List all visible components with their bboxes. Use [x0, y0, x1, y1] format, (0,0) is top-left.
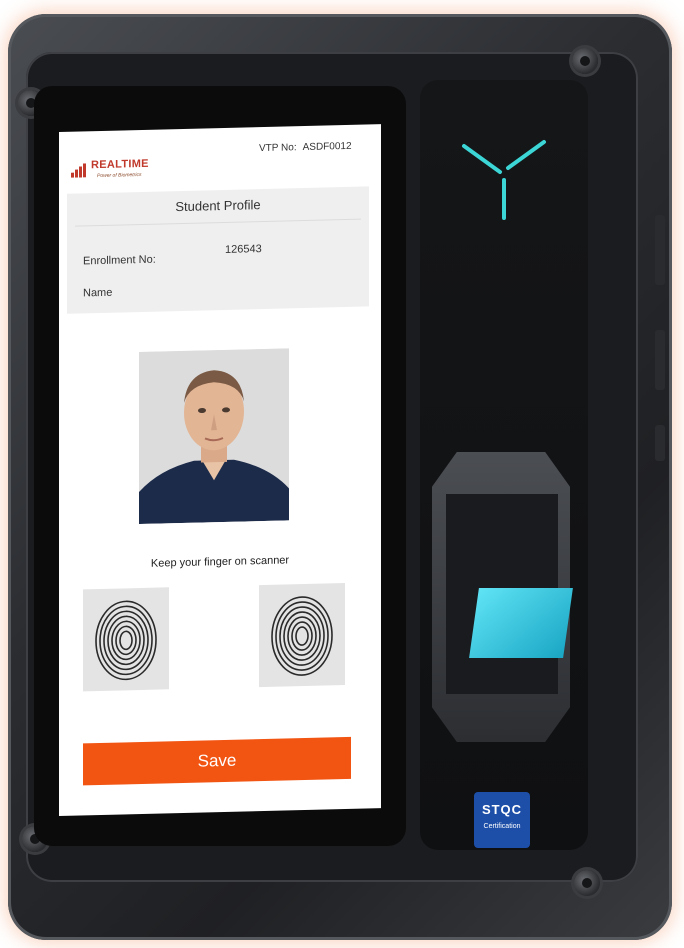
logo-tagline: Power of Biometrics — [97, 171, 142, 180]
side-button[interactable] — [655, 215, 665, 285]
side-button[interactable] — [655, 425, 665, 461]
badge-title: STQC — [481, 802, 523, 817]
scanner-glass[interactable] — [469, 588, 573, 658]
fingerprint-icon — [271, 596, 333, 676]
student-profile-card: Student Profile Enrollment No: 126543 Na… — [67, 186, 369, 314]
logo-text: REALTIME — [91, 157, 149, 172]
logo-bars-icon — [71, 163, 86, 178]
fingerprint-left — [83, 587, 169, 692]
vtp-number: VTP No: ASDF0012 — [259, 141, 358, 154]
vtp-label: VTP No: — [259, 142, 297, 155]
name-label: Name — [83, 286, 113, 300]
fingerprint-icon — [95, 600, 157, 681]
save-button[interactable]: Save — [83, 736, 351, 786]
enrollment-value: 126543 — [225, 243, 262, 256]
screw-icon — [574, 870, 600, 896]
vtp-value: ASDF0012 — [302, 140, 352, 154]
touch-screen: REALTIME Power of Biometrics VTP No: ASDF… — [59, 124, 381, 816]
screw-icon — [572, 48, 598, 74]
realtime-logo: REALTIME Power of Biometrics — [71, 152, 161, 184]
scan-instruction: Keep your finger on scanner — [150, 554, 290, 570]
side-button[interactable] — [655, 330, 665, 390]
enrollment-label: Enrollment No: — [83, 253, 156, 268]
badge-subtitle: Certification — [483, 823, 521, 830]
fingerprint-right — [259, 583, 345, 688]
student-photo — [139, 348, 289, 525]
profile-title: Student Profile — [175, 197, 261, 215]
stqc-badge: STQC Certification — [474, 792, 530, 848]
divider — [75, 218, 361, 227]
status-led-icon — [462, 140, 546, 220]
